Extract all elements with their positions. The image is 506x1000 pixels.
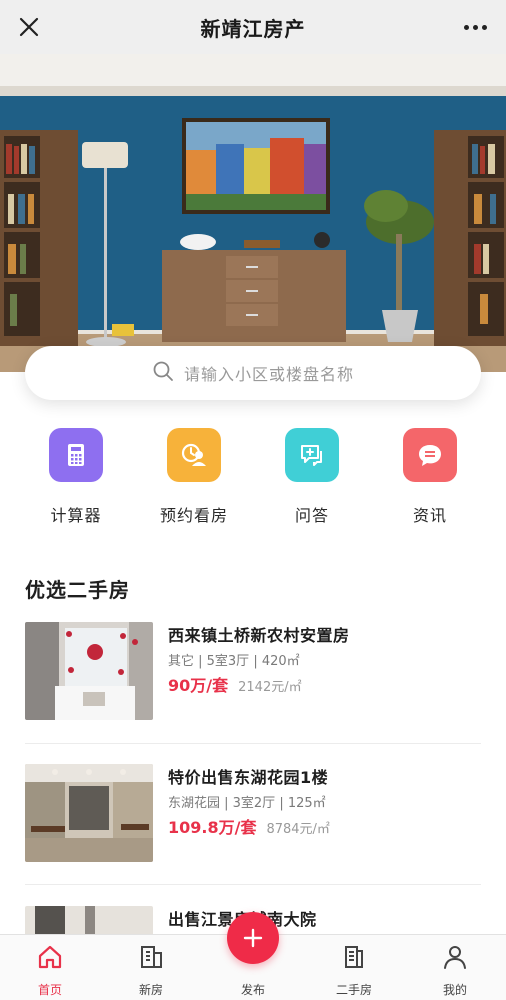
listing-price-row: 109.8万/套 8784元/㎡: [168, 814, 330, 838]
tab-label: 首页: [37, 983, 62, 997]
menu-item-news[interactable]: 资讯: [380, 428, 480, 526]
tab-label: 新房: [138, 983, 163, 997]
top-bar: 新靖江房产: [0, 0, 506, 54]
listing-thumbnail: [25, 764, 153, 862]
menu-label: 计算器: [50, 506, 102, 525]
search-bar[interactable]: 请输入小区或楼盘名称: [25, 346, 481, 400]
section-title: 优选二手房: [25, 578, 130, 602]
listing-price-row: 90万/套 2142元/㎡: [168, 672, 302, 696]
user-icon: [441, 943, 469, 971]
tab-label: 发布: [240, 983, 265, 997]
listing-price: 90万/套: [168, 676, 229, 695]
listing-name: 特价出售东湖花园1楼: [168, 768, 329, 787]
tab-label: 我的: [442, 983, 467, 997]
search-icon: [152, 360, 174, 386]
calculator-icon: [49, 428, 103, 482]
home-icon: [36, 943, 64, 971]
building-icon: [137, 943, 165, 971]
tab-new-house[interactable]: 新房: [116, 943, 186, 998]
tab-label: 二手房: [335, 983, 372, 997]
quick-menu: 计算器 预约看房 问答 资讯: [0, 428, 506, 528]
listing-item[interactable]: 特价出售东湖花园1楼 东湖花园 | 3室2厅 | 125㎡ 109.8万/套 87…: [25, 764, 481, 864]
tab-mine[interactable]: 我的: [420, 943, 490, 998]
listing-unit-price: 8784元/㎡: [266, 822, 330, 837]
second-hand-house-icon: [340, 943, 368, 971]
menu-item-qa[interactable]: 问答: [262, 428, 362, 526]
search-placeholder: 请输入小区或楼盘名称: [183, 365, 354, 384]
menu-label: 问答: [294, 506, 329, 525]
plus-icon: [243, 928, 263, 948]
more-icon[interactable]: [458, 12, 492, 42]
listing-name: 西来镇土桥新农村安置房: [168, 626, 350, 645]
tab-home[interactable]: 首页: [15, 943, 85, 998]
listing-price: 109.8万/套: [168, 818, 257, 837]
listing-item[interactable]: 西来镇土桥新农村安置房 其它 | 5室3厅 | 420㎡ 90万/套 2142元/…: [25, 622, 481, 722]
listing-meta: 其它 | 5室3厅 | 420㎡: [168, 654, 300, 669]
publish-button[interactable]: [227, 912, 279, 964]
divider: [25, 743, 481, 744]
listing-meta: 东湖花园 | 3室2厅 | 125㎡: [168, 796, 326, 811]
listing-thumbnail: [25, 906, 153, 934]
page-title: 新靖江房产: [200, 16, 306, 41]
tab-second-hand[interactable]: 二手房: [319, 943, 389, 998]
close-icon[interactable]: [14, 12, 44, 42]
news-icon: [403, 428, 457, 482]
qa-icon: [285, 428, 339, 482]
menu-item-appointment[interactable]: 预约看房: [144, 428, 244, 526]
menu-label: 资讯: [412, 506, 447, 525]
banner-image[interactable]: [0, 54, 506, 372]
menu-label: 预约看房: [159, 506, 228, 525]
listing-thumbnail: [25, 622, 153, 720]
menu-item-calculator[interactable]: 计算器: [26, 428, 126, 526]
listing-unit-price: 2142元/㎡: [238, 680, 302, 695]
appointment-icon: [167, 428, 221, 482]
divider: [25, 884, 481, 885]
